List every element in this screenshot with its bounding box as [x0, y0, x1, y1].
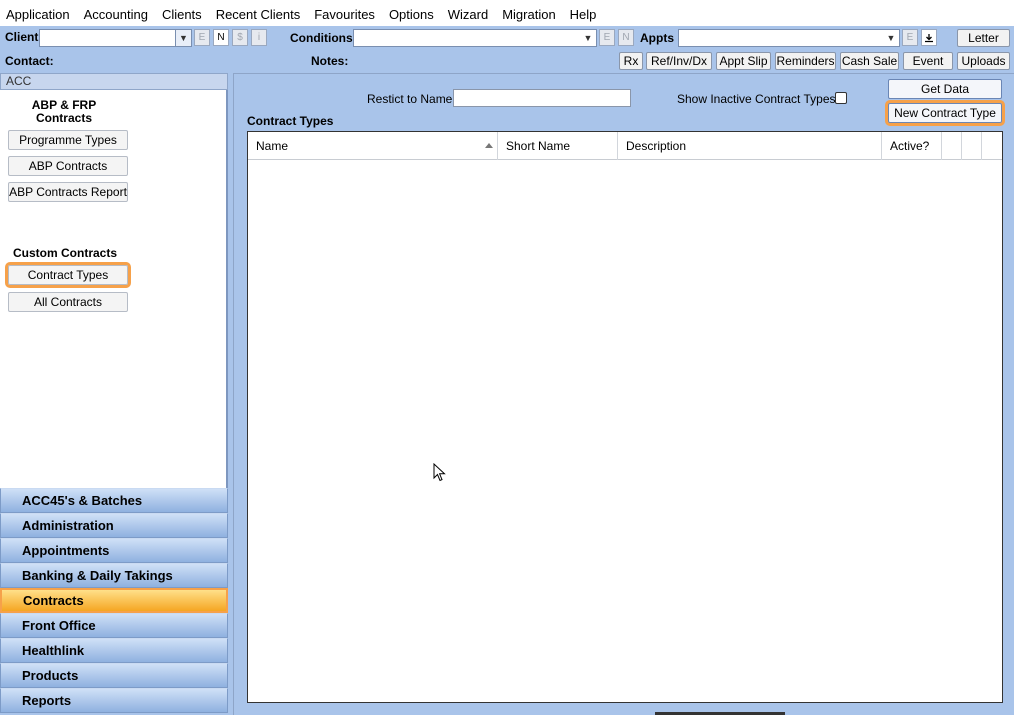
- client-info-button[interactable]: i: [251, 29, 267, 46]
- menu-accounting[interactable]: Accounting: [84, 5, 148, 22]
- menu-wizard[interactable]: Wizard: [448, 5, 488, 22]
- show-inactive-checkbox[interactable]: [835, 92, 847, 104]
- column-name[interactable]: Name: [248, 132, 498, 160]
- mouse-pointer-icon: [433, 463, 446, 482]
- download-icon[interactable]: [921, 29, 937, 46]
- client-edit-button[interactable]: E: [194, 29, 210, 46]
- restrict-to-name-label: Restict to Name: [367, 92, 453, 106]
- chevron-down-icon[interactable]: ▼: [883, 30, 899, 46]
- nav-products[interactable]: Products: [0, 663, 228, 688]
- conditions-combo[interactable]: ▼: [353, 29, 597, 47]
- client-new-button[interactable]: N: [213, 29, 229, 46]
- nav-healthlink[interactable]: Healthlink: [0, 638, 228, 663]
- abp-contracts-button[interactable]: ABP Contracts: [8, 156, 128, 176]
- menu-help[interactable]: Help: [570, 5, 597, 22]
- menu-clients[interactable]: Clients: [162, 5, 202, 22]
- client-combo[interactable]: ▼: [39, 29, 192, 47]
- menu-migration[interactable]: Migration: [502, 5, 555, 22]
- new-contract-type-button[interactable]: New Contract Type: [885, 100, 1005, 126]
- conditions-new-button[interactable]: N: [618, 29, 634, 46]
- column-name-label: Name: [256, 139, 289, 153]
- menu-options[interactable]: Options: [389, 5, 434, 22]
- abp-contracts-report-button[interactable]: ABP Contracts Report: [8, 182, 128, 202]
- nav-acc45s-batches[interactable]: ACC45's & Batches: [0, 488, 228, 513]
- appt-slip-button[interactable]: Appt Slip: [716, 52, 771, 70]
- nav-administration[interactable]: Administration: [0, 513, 228, 538]
- contact-label: Contact:: [5, 54, 54, 68]
- reminders-button[interactable]: Reminders: [775, 52, 836, 70]
- ref-inv-dx-button[interactable]: Ref/Inv/Dx: [646, 52, 712, 70]
- grid-header: Name Short Name Description Active?: [248, 132, 1002, 160]
- show-inactive-label: Show Inactive Contract Types?: [677, 92, 843, 106]
- chevron-down-icon[interactable]: ▼: [175, 30, 191, 46]
- chevron-down-icon[interactable]: ▼: [580, 30, 596, 46]
- column-extra-1: [942, 132, 962, 160]
- custom-contracts-title: Custom Contracts: [13, 246, 118, 260]
- nav-reports[interactable]: Reports: [0, 688, 228, 713]
- module-nav: ACC45's & Batches Administration Appoint…: [0, 488, 228, 715]
- abp-frp-contracts-title: ABP & FRP Contracts: [31, 98, 97, 125]
- toolbar: Client ▼ E N $ i Conditions ▼ E N Appts …: [0, 26, 1014, 72]
- get-data-button[interactable]: Get Data: [888, 79, 1002, 99]
- letter-button[interactable]: Letter: [957, 29, 1010, 47]
- appts-edit-button[interactable]: E: [902, 29, 918, 46]
- left-panel-header: ACC: [0, 73, 228, 90]
- appts-label: Appts: [640, 31, 674, 45]
- nav-front-office[interactable]: Front Office: [0, 613, 228, 638]
- column-extra-2: [962, 132, 982, 160]
- notes-label: Notes:: [311, 54, 349, 68]
- nav-appointments[interactable]: Appointments: [0, 538, 228, 563]
- rx-button[interactable]: Rx: [619, 52, 643, 70]
- client-label: Client: [5, 30, 39, 44]
- column-description[interactable]: Description: [618, 132, 882, 160]
- cash-sale-button[interactable]: Cash Sale: [840, 52, 899, 70]
- event-button[interactable]: Event: [903, 52, 953, 70]
- contract-types-grid[interactable]: Name Short Name Description Active?: [247, 131, 1003, 703]
- main-area: Restict to Name Show Inactive Contract T…: [233, 73, 1014, 715]
- menu-application[interactable]: Application: [6, 5, 70, 22]
- nav-banking-daily-takings[interactable]: Banking & Daily Takings: [0, 563, 228, 588]
- all-contracts-button[interactable]: All Contracts: [8, 292, 128, 312]
- nav-contracts[interactable]: Contracts: [0, 588, 228, 613]
- uploads-button[interactable]: Uploads: [957, 52, 1010, 70]
- sort-ascending-icon: [485, 143, 493, 148]
- menu-bar: Application Accounting Clients Recent Cl…: [0, 0, 1014, 26]
- grid-title: Contract Types: [247, 114, 334, 128]
- column-active[interactable]: Active?: [882, 132, 942, 160]
- column-short-name[interactable]: Short Name: [498, 132, 618, 160]
- programme-types-button[interactable]: Programme Types: [8, 130, 128, 150]
- conditions-label: Conditions: [290, 31, 353, 45]
- appts-combo[interactable]: ▼: [678, 29, 900, 47]
- contract-types-button[interactable]: Contract Types: [5, 262, 131, 288]
- menu-favourites[interactable]: Favourites: [314, 5, 375, 22]
- left-panel: ABP & FRP Contracts Programme Types ABP …: [0, 90, 228, 488]
- client-account-button[interactable]: $: [232, 29, 248, 46]
- restrict-to-name-input[interactable]: [453, 89, 631, 107]
- conditions-edit-button[interactable]: E: [599, 29, 615, 46]
- menu-recent-clients[interactable]: Recent Clients: [216, 5, 301, 22]
